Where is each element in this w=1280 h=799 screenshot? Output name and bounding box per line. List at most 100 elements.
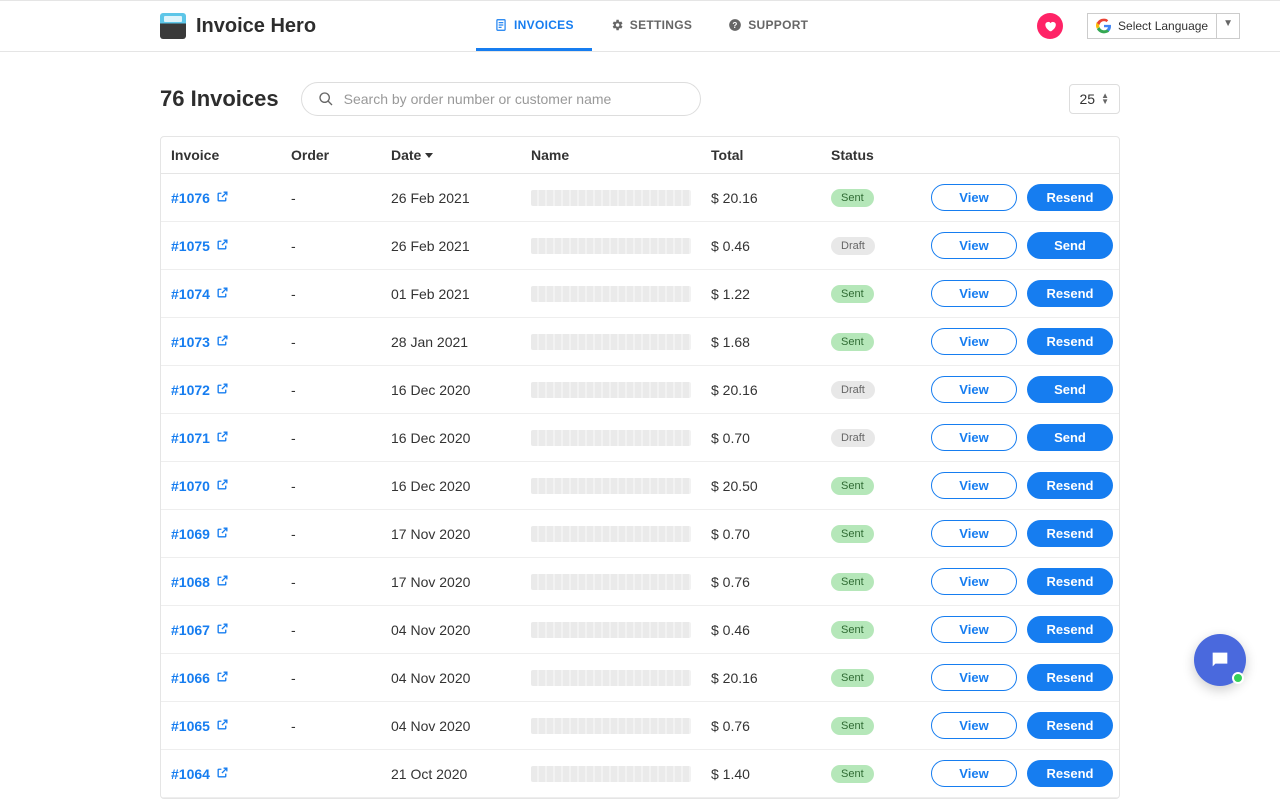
resend-button[interactable]: Resend <box>1027 664 1113 691</box>
actions-cell: View Resend <box>931 712 1113 739</box>
page-content: 76 Invoices 25 ▲▼ Invoice Order Date Nam… <box>0 52 1280 799</box>
col-date[interactable]: Date <box>391 147 531 163</box>
resend-button[interactable]: Resend <box>1027 328 1113 355</box>
invoice-link[interactable]: #1072 <box>171 382 291 398</box>
resend-button[interactable]: Resend <box>1027 712 1113 739</box>
status-cell: Sent <box>831 524 931 543</box>
view-button[interactable]: View <box>931 424 1017 451</box>
chat-widget[interactable] <box>1194 634 1246 686</box>
resend-button[interactable]: Resend <box>1027 520 1113 547</box>
resend-button[interactable]: Resend <box>1027 280 1113 307</box>
resend-button[interactable]: Resend <box>1027 760 1113 787</box>
actions-cell: View Resend <box>931 664 1113 691</box>
actions-cell: View Resend <box>931 616 1113 643</box>
order-cell: - <box>291 670 391 686</box>
resend-button[interactable]: Resend <box>1027 616 1113 643</box>
table-row: #1076-26 Feb 2021$ 20.16SentViewResend <box>161 174 1119 222</box>
view-button[interactable]: View <box>931 520 1017 547</box>
nav-label: SUPPORT <box>748 18 808 32</box>
nav-support[interactable]: ? SUPPORT <box>710 1 826 51</box>
view-button[interactable]: View <box>931 664 1017 691</box>
status-badge: Draft <box>831 381 875 399</box>
order-cell: - <box>291 622 391 638</box>
invoice-link[interactable]: #1066 <box>171 670 291 686</box>
invoice-link[interactable]: #1067 <box>171 622 291 638</box>
invoice-link[interactable]: #1070 <box>171 478 291 494</box>
table-row: #1069-17 Nov 2020$ 0.70SentViewResend <box>161 510 1119 558</box>
status-cell: Sent <box>831 476 931 495</box>
name-cell <box>531 622 711 638</box>
invoice-link[interactable]: #1074 <box>171 286 291 302</box>
resend-button[interactable]: Resend <box>1027 472 1113 499</box>
invoice-number: #1074 <box>171 286 210 302</box>
redacted-name <box>531 526 691 542</box>
top-bar: Invoice Hero INVOICES SETTINGS ? SUPPORT… <box>0 0 1280 52</box>
external-link-icon <box>216 574 229 590</box>
send-button[interactable]: Send <box>1027 376 1113 403</box>
invoice-link[interactable]: #1069 <box>171 526 291 542</box>
redacted-name <box>531 382 691 398</box>
view-button[interactable]: View <box>931 376 1017 403</box>
status-badge: Sent <box>831 477 874 495</box>
send-button[interactable]: Send <box>1027 424 1113 451</box>
table-row: #106421 Oct 2020$ 1.40SentViewResend <box>161 750 1119 798</box>
view-button[interactable]: View <box>931 616 1017 643</box>
gear-icon <box>610 18 624 32</box>
brand[interactable]: Invoice Hero <box>160 13 316 39</box>
total-cell: $ 1.68 <box>711 334 831 350</box>
view-button[interactable]: View <box>931 472 1017 499</box>
total-cell: $ 0.76 <box>711 574 831 590</box>
date-cell: 04 Nov 2020 <box>391 622 531 638</box>
search-input[interactable] <box>344 91 684 107</box>
per-page-value: 25 <box>1080 91 1096 107</box>
invoice-number: #1070 <box>171 478 210 494</box>
total-cell: $ 20.16 <box>711 190 831 206</box>
invoice-link[interactable]: #1064 <box>171 766 291 782</box>
order-cell: - <box>291 382 391 398</box>
invoice-link[interactable]: #1068 <box>171 574 291 590</box>
invoice-link[interactable]: #1073 <box>171 334 291 350</box>
resend-button[interactable]: Resend <box>1027 184 1113 211</box>
col-status[interactable]: Status <box>831 147 931 163</box>
per-page-select[interactable]: 25 ▲▼ <box>1069 84 1121 114</box>
favorite-button[interactable] <box>1037 13 1063 39</box>
name-cell <box>531 190 711 206</box>
invoices-table: Invoice Order Date Name Total Status #10… <box>160 136 1120 799</box>
view-button[interactable]: View <box>931 568 1017 595</box>
external-link-icon <box>216 526 229 542</box>
status-cell: Sent <box>831 284 931 303</box>
col-order[interactable]: Order <box>291 147 391 163</box>
search-box[interactable] <box>301 82 701 116</box>
invoice-icon <box>494 18 508 32</box>
sort-icon: ▲▼ <box>1101 93 1109 105</box>
external-link-icon <box>216 382 229 398</box>
nav-settings[interactable]: SETTINGS <box>592 1 710 51</box>
nav-invoices[interactable]: INVOICES <box>476 1 592 51</box>
invoice-link[interactable]: #1076 <box>171 190 291 206</box>
col-name[interactable]: Name <box>531 147 711 163</box>
table-row: #1075-26 Feb 2021$ 0.46DraftViewSend <box>161 222 1119 270</box>
send-button[interactable]: Send <box>1027 232 1113 259</box>
invoice-link[interactable]: #1075 <box>171 238 291 254</box>
resend-button[interactable]: Resend <box>1027 568 1113 595</box>
view-button[interactable]: View <box>931 712 1017 739</box>
col-total[interactable]: Total <box>711 147 831 163</box>
view-button[interactable]: View <box>931 760 1017 787</box>
name-cell <box>531 430 711 446</box>
external-link-icon <box>216 238 229 254</box>
external-link-icon <box>216 670 229 686</box>
view-button[interactable]: View <box>931 184 1017 211</box>
language-selector[interactable]: Select Language ▼ <box>1087 13 1240 39</box>
name-cell <box>531 478 711 494</box>
nav-label: INVOICES <box>514 18 574 32</box>
view-button[interactable]: View <box>931 280 1017 307</box>
invoice-link[interactable]: #1071 <box>171 430 291 446</box>
order-cell: - <box>291 430 391 446</box>
online-indicator <box>1232 672 1244 684</box>
col-invoice[interactable]: Invoice <box>171 147 291 163</box>
invoice-number: #1073 <box>171 334 210 350</box>
view-button[interactable]: View <box>931 232 1017 259</box>
redacted-name <box>531 574 691 590</box>
status-cell: Sent <box>831 572 931 591</box>
view-button[interactable]: View <box>931 328 1017 355</box>
